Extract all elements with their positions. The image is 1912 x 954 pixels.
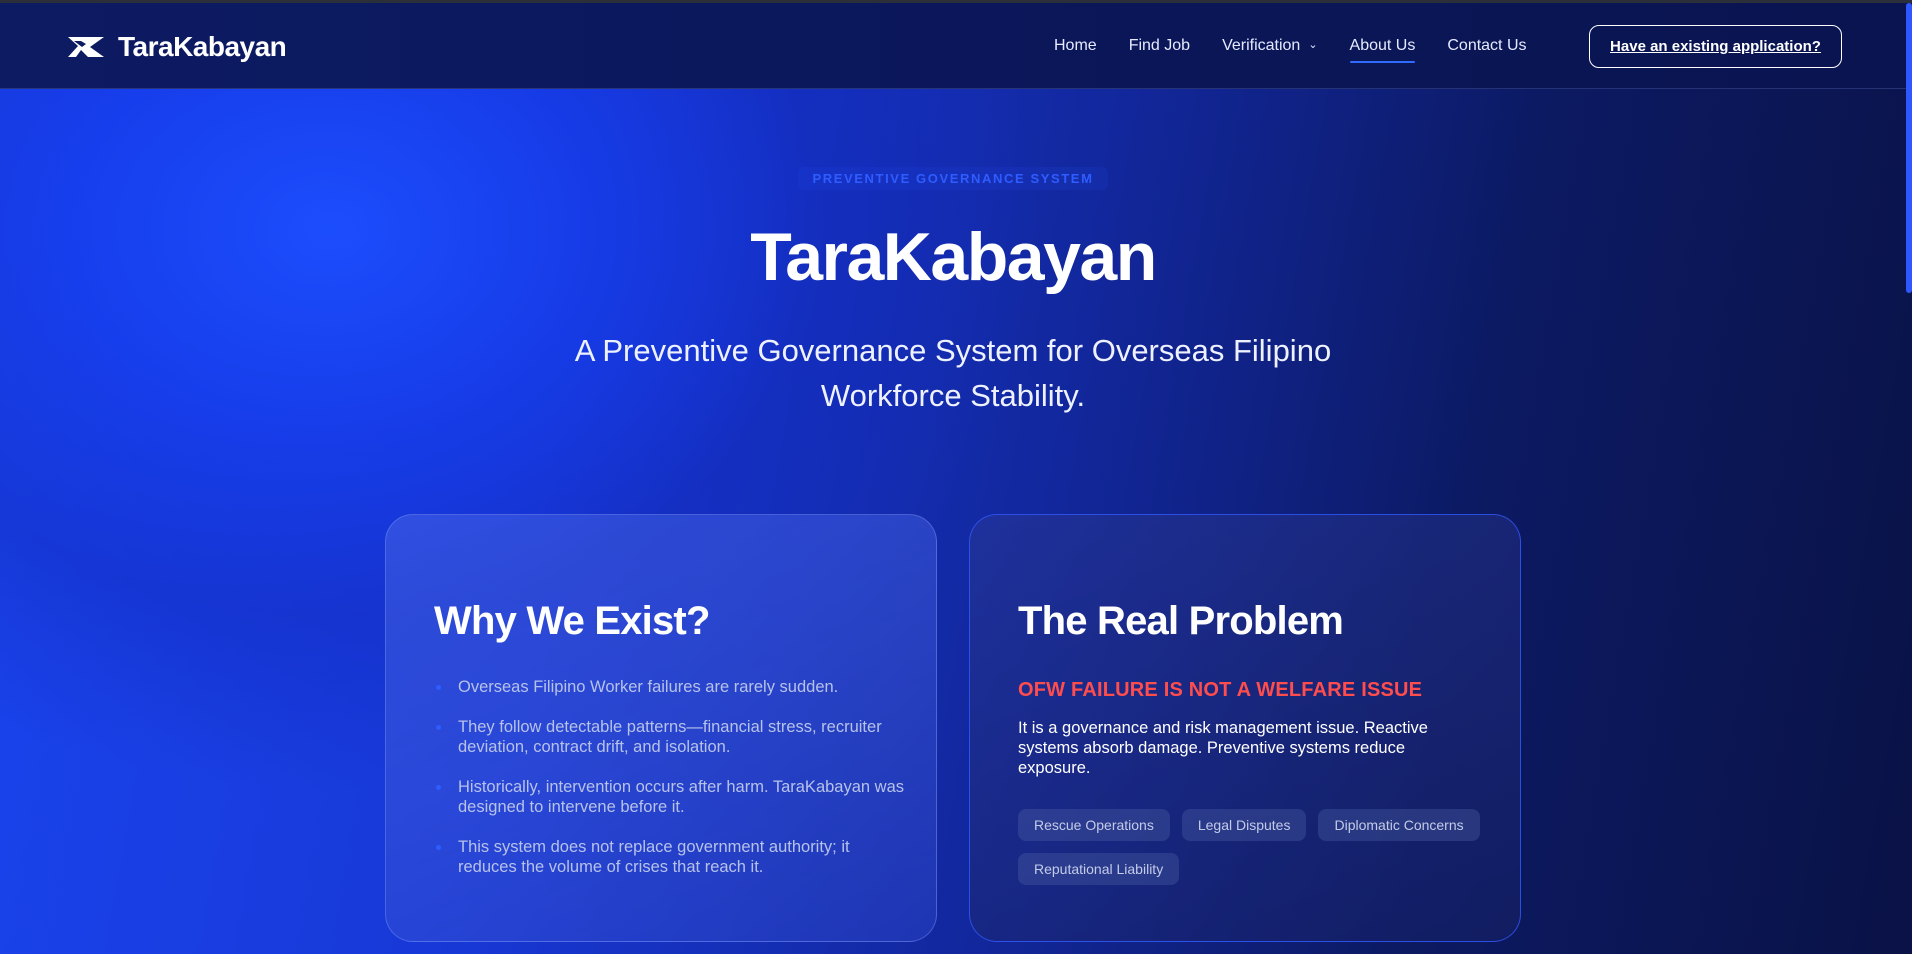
real-problem-title: The Real Problem bbox=[1018, 599, 1344, 643]
real-problem-card: The Real Problem OFW FAILURE IS NOT A WE… bbox=[969, 514, 1521, 942]
list-item: Overseas Filipino Worker failures are ra… bbox=[434, 677, 904, 697]
chevron-down-icon: ⌄ bbox=[1308, 39, 1318, 51]
page-scrollbar[interactable] bbox=[1906, 3, 1912, 293]
tag-diplomatic-concerns: Diplomatic Concerns bbox=[1318, 809, 1480, 841]
why-we-exist-title: Why We Exist? bbox=[434, 599, 710, 643]
nav-verification-label: Verification bbox=[1222, 37, 1301, 54]
hero-eyebrow: PREVENTIVE GOVERNANCE SYSTEM bbox=[0, 167, 1906, 190]
tag-legal-disputes: Legal Disputes bbox=[1181, 809, 1307, 841]
tag-rescue-operations: Rescue Operations bbox=[1018, 809, 1170, 841]
why-we-exist-list: Overseas Filipino Worker failures are ra… bbox=[434, 677, 904, 897]
main-nav: Home Find Job Verification ⌄ About Us Con… bbox=[1054, 37, 1527, 63]
hero-subtitle: A Preventive Governance System for Overs… bbox=[574, 333, 1332, 413]
existing-application-button[interactable]: Have an existing application? bbox=[1589, 25, 1842, 68]
nav-home[interactable]: Home bbox=[1054, 37, 1097, 55]
hero-title: TaraKabayan bbox=[750, 219, 1157, 295]
problem-alert-heading: OFW FAILURE IS NOT A WELFARE ISSUE bbox=[1018, 679, 1423, 701]
why-we-exist-card: Why We Exist? Overseas Filipino Worker f… bbox=[385, 514, 937, 942]
list-item: Historically, intervention occurs after … bbox=[434, 777, 904, 817]
nav-verification[interactable]: Verification ⌄ bbox=[1222, 37, 1317, 55]
nav-about-us[interactable]: About Us bbox=[1349, 37, 1415, 63]
site-header: TaraKabayan Home Find Job Verification ⌄ … bbox=[0, 3, 1912, 89]
tarakabayan-logo-icon bbox=[68, 37, 104, 57]
brand-logo-link[interactable]: TaraKabayan bbox=[68, 29, 287, 65]
tag-reputational-liability: Reputational Liability bbox=[1018, 853, 1180, 885]
page-background bbox=[0, 0, 1912, 954]
brand-name: TaraKabayan bbox=[118, 31, 287, 62]
hero-eyebrow-text: PREVENTIVE GOVERNANCE SYSTEM bbox=[798, 167, 1108, 190]
list-item: They follow detectable patterns—financia… bbox=[434, 717, 904, 757]
problem-tags: Rescue Operations Legal Disputes Diploma… bbox=[1018, 809, 1488, 885]
list-item: This system does not replace government … bbox=[434, 837, 904, 877]
nav-contact-us[interactable]: Contact Us bbox=[1447, 37, 1526, 55]
problem-description: It is a governance and risk management i… bbox=[1018, 719, 1428, 777]
nav-find-job[interactable]: Find Job bbox=[1129, 37, 1190, 55]
